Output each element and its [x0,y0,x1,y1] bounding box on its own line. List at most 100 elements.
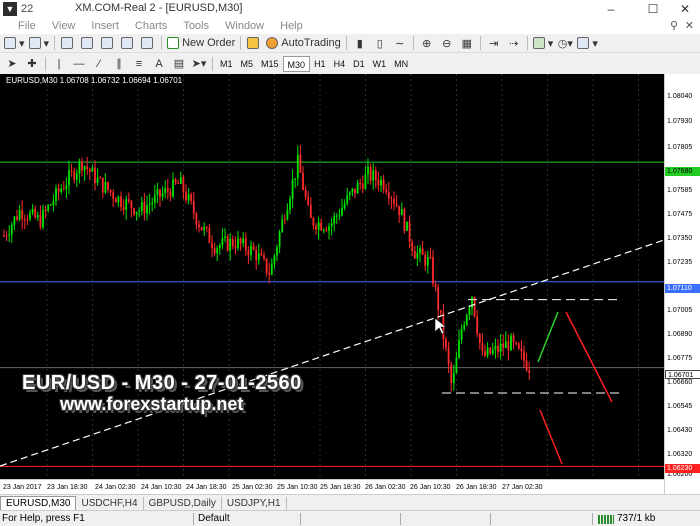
candle-body [328,226,330,231]
candle-body [205,226,208,228]
timeframe-w1[interactable]: W1 [369,56,391,72]
periods-icon[interactable]: ◷▾ [557,35,573,51]
maximize-button[interactable]: ☐ [638,0,668,18]
menu-bar: File View Insert Charts Tools Window Hel… [0,18,700,34]
text-tool-icon[interactable]: A [151,56,167,72]
tab-usdchf-h4[interactable]: USDCHF,H4 [76,497,144,510]
candle-body [289,198,291,210]
bar-chart-icon[interactable]: ▮ [352,35,368,51]
market-watch-icon[interactable] [60,35,76,51]
auto-trading-button[interactable]: AutoTrading [266,35,341,51]
candle-body [187,194,190,201]
candle-body [351,188,354,193]
menu-insert[interactable]: Insert [83,20,127,32]
status-divider [592,513,593,525]
data-window-icon[interactable] [80,35,96,51]
candlestick-icon[interactable]: ▯ [372,35,388,51]
candle-body [502,343,505,349]
candle-body [335,215,338,217]
candle-body [400,209,403,216]
auto-scroll-icon[interactable]: ⇢ [506,35,522,51]
new-chart-icon[interactable]: ▾ [4,35,25,51]
menu-file[interactable]: File [0,20,44,32]
candle-body [146,205,148,214]
candle-body [52,201,55,205]
horizontal-line-icon[interactable]: — [71,56,87,72]
templates-icon[interactable]: ▾ [577,35,598,51]
zoom-out-icon[interactable]: ⊖ [439,35,455,51]
chart-tabs: EURUSD,M30 USDCHF,H4 GBPUSD,Daily USDJPY… [0,494,700,510]
breakdown-scenario-line [539,409,563,465]
candle-body [255,249,258,261]
close-button[interactable]: ✕ [670,0,700,18]
crosshair-icon[interactable]: ✚ [24,56,40,72]
timeframe-d1[interactable]: D1 [349,56,369,72]
candle-body [512,335,515,343]
cursor-icon[interactable]: ➤ [4,56,20,72]
equidistant-channel-icon[interactable]: ∥ [111,56,127,72]
timeframe-mn[interactable]: MN [390,56,412,72]
vertical-line-icon[interactable]: | [51,56,67,72]
menu-charts[interactable]: Charts [127,20,175,32]
terminal-icon[interactable] [120,35,136,51]
tab-gbpusd-daily[interactable]: GBPUSD,Daily [144,497,222,510]
candle-body [463,324,466,329]
trendline-icon[interactable]: ∕ [91,56,107,72]
candle-body [403,209,406,231]
indicators-icon[interactable]: ▾ [532,35,553,51]
title-bar: ▼ 22 XM.COM-Real 2 - [EURUSD,M30] – ☐ ✕ [0,0,700,18]
price-label: 1.07475 [667,211,693,218]
close-child-button[interactable]: ✕ [685,19,694,32]
metaeditor-icon[interactable] [246,35,262,51]
connection-traffic-icon [598,515,614,524]
candle-body [161,193,164,197]
candle-body [380,179,382,186]
candle-body [13,216,16,225]
zoom-in-icon[interactable]: ⊕ [419,35,435,51]
menu-help[interactable]: Help [272,20,311,32]
price-scale[interactable]: 1.08040 1.07930 1.07805 1.07585 1.07475 … [664,74,700,494]
price-chart[interactable]: EURUSD,M30 1.06708 1.06732 1.06694 1.067… [0,74,700,494]
navigator-icon[interactable] [100,35,116,51]
text-label-icon[interactable]: ▤ [171,56,187,72]
arrows-icon[interactable]: ➤▾ [191,56,207,72]
new-order-button[interactable]: New Order [167,35,235,51]
candle-body [304,189,307,198]
timeframe-m30[interactable]: M30 [282,55,311,72]
menu-window[interactable]: Window [217,20,272,32]
timeframe-m15[interactable]: M15 [257,56,283,72]
timeframe-h4[interactable]: H4 [330,56,350,72]
search-icon[interactable]: ⚲ [670,19,678,32]
price-label: 1.07930 [667,118,693,125]
candle-body [497,345,499,352]
strategy-tester-icon[interactable] [140,35,156,51]
profiles-icon[interactable]: ▾ [28,35,49,51]
candle-body [112,192,115,199]
candlestick-canvas[interactable] [0,74,664,479]
tab-usdjpy-h1[interactable]: USDJPY,H1 [222,497,287,510]
candle-body [3,235,5,237]
fibonacci-icon[interactable]: ≡ [131,56,147,72]
candle-body [49,204,52,206]
chart-shift-icon[interactable]: ⇥ [486,35,502,51]
tab-eurusd-m30[interactable]: EURUSD,M30 [0,496,77,510]
timeframe-h1[interactable]: H1 [310,56,330,72]
watermark-title: EUR/USD - M30 - 27-01-2560 [22,372,302,394]
bearish-scenario-line [565,311,613,403]
menu-view[interactable]: View [44,20,84,32]
status-traffic: 737/1 kb [617,513,656,524]
candle-body [218,245,221,249]
timeframe-m1[interactable]: M1 [216,56,237,72]
candle-body [445,339,447,348]
tile-windows-icon[interactable]: ▦ [459,35,475,51]
menu-tools[interactable]: Tools [175,20,217,32]
candle-body [104,182,107,193]
candle-body [317,222,320,230]
price-label: 1.06545 [667,403,693,410]
minimize-button[interactable]: – [596,0,626,18]
line-chart-icon[interactable]: ∼ [392,35,408,51]
candle-body [494,345,497,350]
candle-body [109,189,112,193]
candle-body [447,347,450,365]
timeframe-m5[interactable]: M5 [237,56,258,72]
